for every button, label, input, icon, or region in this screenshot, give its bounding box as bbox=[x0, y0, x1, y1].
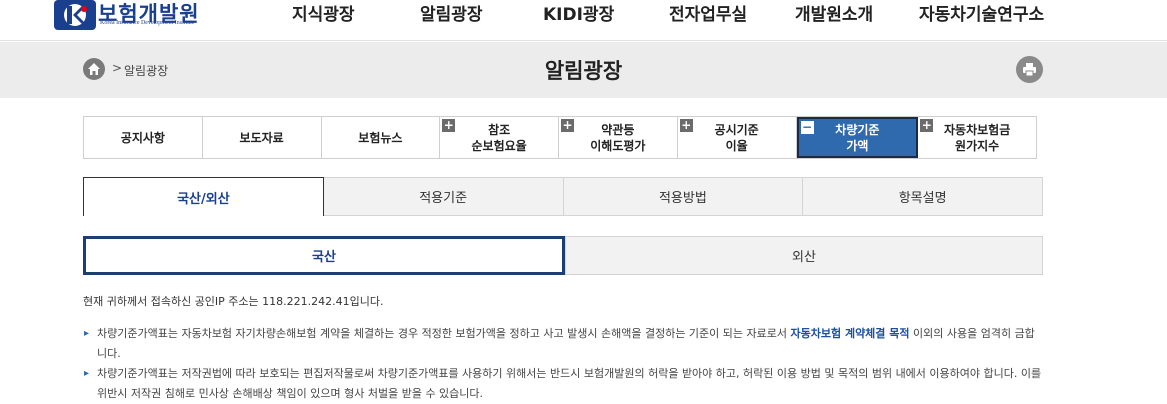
nav-item-auto-research[interactable]: 자동차기술연구소 bbox=[919, 0, 1044, 32]
menu-item-label: 보험뉴스 bbox=[358, 130, 403, 145]
page-title: 알림광장 bbox=[544, 59, 623, 83]
tab-criteria[interactable]: 적용기준 bbox=[323, 177, 564, 216]
menu-item-vehicle-value[interactable]: − 차량기준 가액 bbox=[796, 117, 919, 158]
kidi-logo[interactable]: 보험개발원 Korea Insurance Development Instit… bbox=[54, 0, 224, 32]
menu-item-label: 보도자료 bbox=[239, 130, 284, 145]
menu-item-label: 차량기준 가액 bbox=[835, 122, 880, 153]
category-menu: 공지사항 보도자료 보험뉴스 + 참조 순보험요율 + 약관등 이해도평가 + 공시… bbox=[83, 116, 1037, 159]
site-header: 보험개발원 Korea Insurance Development Instit… bbox=[0, 0, 1167, 41]
origin-tabs: 국산 외산 bbox=[83, 236, 1043, 275]
kidi-logo-mark bbox=[54, 0, 96, 30]
nav-item-kidi[interactable]: KIDI광장 bbox=[543, 0, 614, 32]
tab-method[interactable]: 적용방법 bbox=[563, 177, 804, 216]
tab-item-description[interactable]: 항목설명 bbox=[803, 177, 1043, 216]
nav-item-e-office[interactable]: 전자업무실 bbox=[669, 0, 747, 32]
menu-item-label: 공시기준 이율 bbox=[714, 122, 759, 153]
menu-item-label: 참조 순보험요율 bbox=[471, 122, 527, 153]
plus-icon[interactable]: + bbox=[920, 119, 934, 132]
notice-highlight: 자동차보험 계약체결 목적 bbox=[790, 327, 910, 340]
notice-item: 차량기준가액표는 저작권법에 따라 보호되는 편집저작물로써 차량기준가액표를 … bbox=[83, 364, 1043, 404]
plus-icon[interactable]: + bbox=[679, 119, 693, 132]
menu-item-news[interactable]: 보험뉴스 bbox=[322, 117, 441, 158]
nav-item-about[interactable]: 개발원소개 bbox=[795, 0, 873, 32]
menu-item-reference-rate[interactable]: + 참조 순보험요율 bbox=[440, 117, 559, 158]
nav-item-knowledge[interactable]: 지식광장 bbox=[292, 0, 355, 32]
menu-item-label: 약관등 이해도평가 bbox=[590, 122, 646, 153]
menu-item-label: 자동차보험금 원가지수 bbox=[944, 122, 1011, 153]
nav-item-notice[interactable]: 알림광장 bbox=[420, 0, 483, 32]
logo-subtitle: Korea Insurance Development Institute bbox=[100, 20, 195, 26]
notice-list: 차량기준가액표는 자동차보험 자기차량손해보험 계약을 체결하는 경우 적정한 … bbox=[83, 324, 1043, 404]
plus-icon[interactable]: + bbox=[561, 119, 574, 132]
plus-icon[interactable]: + bbox=[442, 119, 456, 132]
tab-foreign[interactable]: 외산 bbox=[565, 236, 1043, 275]
menu-item-press[interactable]: 보도자료 bbox=[203, 117, 322, 158]
menu-item-claim-cost-index[interactable]: + 자동차보험금 원가지수 bbox=[918, 117, 1036, 158]
page-title-bar: > 알림광장 알림광장 bbox=[0, 42, 1167, 98]
ip-notice: 현재 귀하께서 접속하신 공인IP 주소는 118.221.242.41입니다. bbox=[83, 295, 384, 308]
menu-item-notices[interactable]: 공지사항 bbox=[84, 117, 203, 158]
tab-domestic-foreign[interactable]: 국산/외산 bbox=[83, 177, 324, 216]
notice-item: 차량기준가액표는 자동차보험 자기차량손해보험 계약을 체결하는 경우 적정한 … bbox=[83, 324, 1043, 364]
menu-item-label: 공지사항 bbox=[120, 130, 165, 145]
content-tabs: 국산/외산 적용기준 적용방법 항목설명 bbox=[83, 177, 1043, 216]
menu-item-terms-evaluation[interactable]: + 약관등 이해도평가 bbox=[559, 117, 678, 158]
minus-icon[interactable]: − bbox=[800, 121, 814, 134]
menu-item-disclosure-rate[interactable]: + 공시기준 이율 bbox=[678, 117, 797, 158]
print-icon[interactable] bbox=[1016, 56, 1043, 83]
tab-domestic[interactable]: 국산 bbox=[83, 236, 565, 275]
